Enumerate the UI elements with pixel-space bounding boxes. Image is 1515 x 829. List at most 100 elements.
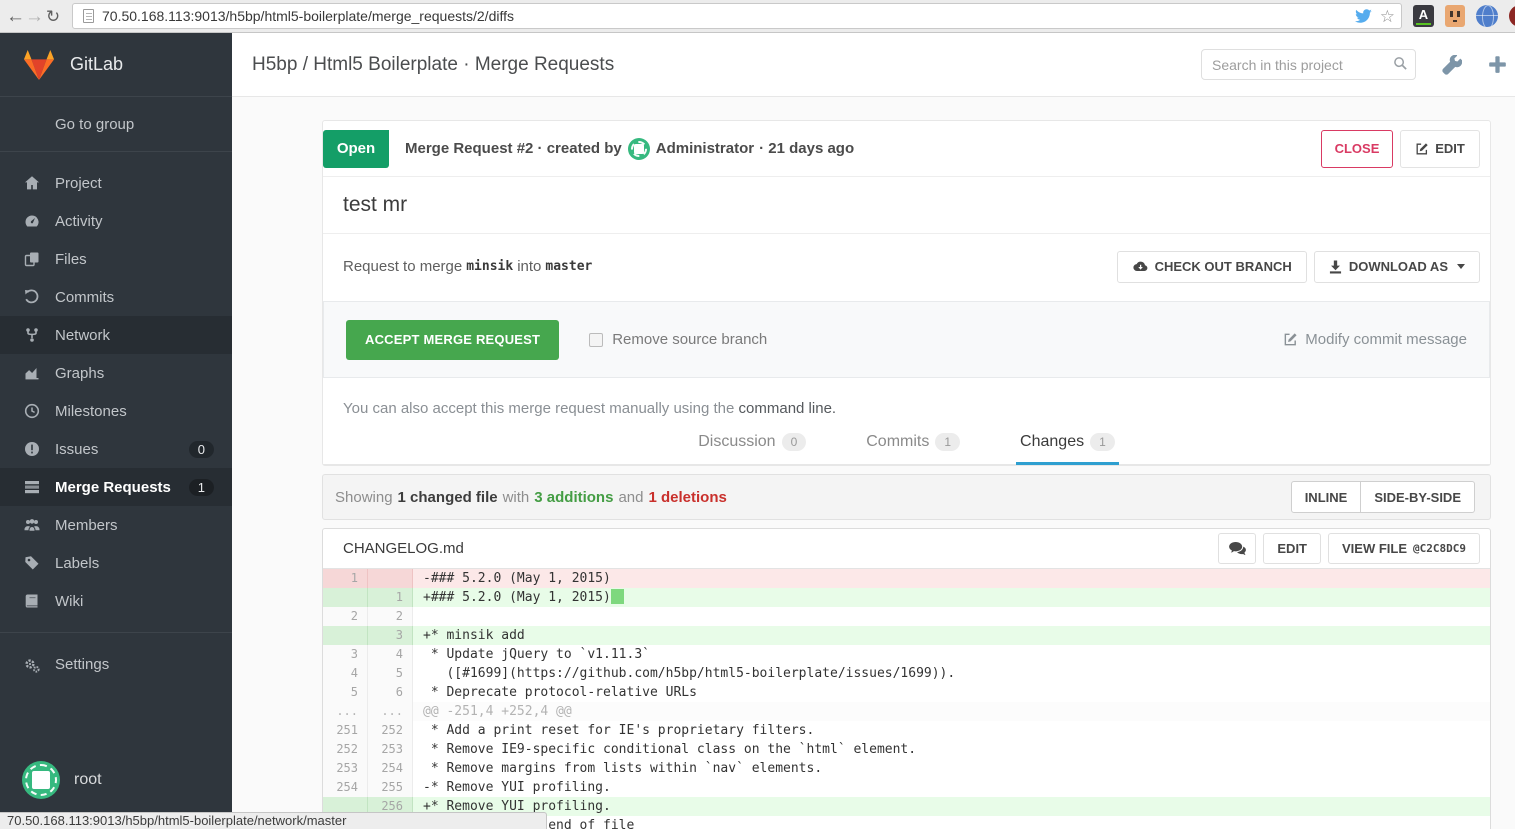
new-line-number[interactable] xyxy=(368,569,413,588)
mr-tabs: Discussion0 Commits1 Changes1 xyxy=(323,433,1490,465)
sidebar-item-wiki[interactable]: Wiki xyxy=(0,582,232,620)
summary-file-count[interactable]: 1 changed file xyxy=(398,489,498,506)
gitlab-logo[interactable]: GitLab xyxy=(0,33,232,97)
old-line-number[interactable]: 252 xyxy=(323,740,368,759)
old-line-number[interactable]: 251 xyxy=(323,721,368,740)
old-line-number[interactable]: 253 xyxy=(323,759,368,778)
tab-commits[interactable]: Commits1 xyxy=(862,433,964,464)
check-out-branch-button[interactable]: CHECK OUT BRANCH xyxy=(1117,251,1307,283)
twitter-icon[interactable] xyxy=(1355,9,1372,24)
breadcrumb[interactable]: H5bp / Html5 Boilerplate · Merge Request… xyxy=(252,54,614,76)
command-line-link[interactable]: command line. xyxy=(739,400,837,417)
author-avatar[interactable] xyxy=(628,138,650,160)
diff-line-content: +### 5.2.0 (May 1, 2015) xyxy=(413,588,1490,607)
search-input[interactable] xyxy=(1201,49,1416,80)
new-line-number[interactable]: 253 xyxy=(368,740,413,759)
browser-back-icon[interactable]: ← xyxy=(6,0,25,33)
new-line-number[interactable]: 255 xyxy=(368,778,413,797)
sidebar-item-commits[interactable]: Commits xyxy=(0,278,232,316)
diff-line-content: -### 5.2.0 (May 1, 2015) xyxy=(413,569,1490,588)
diff-line-content: * Remove IE9-specific conditional class … xyxy=(413,740,1490,759)
sidebar-item-activity[interactable]: Activity xyxy=(0,202,232,240)
dictionary-extension-icon[interactable]: A xyxy=(1413,5,1434,27)
modify-commit-message-link[interactable]: Modify commit message xyxy=(1283,331,1467,348)
sidebar-item-issues[interactable]: Issues0 xyxy=(0,430,232,468)
new-project-plus-icon[interactable] xyxy=(1488,55,1507,74)
new-line-number[interactable]: 2 xyxy=(368,607,413,626)
old-line-number[interactable]: 254 xyxy=(323,778,368,797)
new-line-number[interactable]: 4 xyxy=(368,645,413,664)
accept-merge-request-button[interactable]: ACCEPT MERGE REQUEST xyxy=(346,320,559,360)
face-extension-icon[interactable] xyxy=(1445,5,1465,27)
browser-forward-icon[interactable]: → xyxy=(25,0,44,33)
old-line-number[interactable] xyxy=(323,588,368,607)
sidebar-user[interactable]: root xyxy=(0,761,232,799)
old-line-number[interactable]: ... xyxy=(323,702,368,721)
partial-extension-icon[interactable] xyxy=(1509,5,1515,27)
new-line-number[interactable]: 252 xyxy=(368,721,413,740)
chart-icon xyxy=(24,365,42,381)
diff-row: 3+* minsik add xyxy=(323,626,1490,645)
sidebar-item-label: Issues xyxy=(55,441,98,458)
mr-author[interactable]: Administrator xyxy=(656,140,754,157)
remove-source-branch-checkbox[interactable] xyxy=(589,333,603,347)
sidebar-item-label: Graphs xyxy=(55,365,104,382)
file-edit-button[interactable]: EDIT xyxy=(1263,533,1321,564)
gitlab-tanuki-icon xyxy=(22,49,56,81)
summary-additions: 3 additions xyxy=(534,489,613,506)
sidebar-item-labels[interactable]: Labels xyxy=(0,544,232,582)
old-line-number[interactable]: 2 xyxy=(323,607,368,626)
inline-view-button[interactable]: INLINE xyxy=(1291,481,1362,513)
tab-discussion[interactable]: Discussion0 xyxy=(694,433,810,464)
browser-reload-icon[interactable]: ↻ xyxy=(44,0,62,33)
sidebar-item-go-to-group[interactable]: Go to group xyxy=(0,97,232,152)
globe-extension-icon[interactable] xyxy=(1476,5,1498,27)
sidebar-item-graphs[interactable]: Graphs xyxy=(0,354,232,392)
diff-line-content: \ No newline at end of file xyxy=(413,816,1490,829)
diff-file: CHANGELOG.md EDIT VIEW FILE @c2c8dc9 1-#… xyxy=(322,528,1491,829)
diff-row: 253254 * Remove margins from lists withi… xyxy=(323,759,1490,778)
sidebar-item-label: Milestones xyxy=(55,403,127,420)
new-line-number[interactable]: 1 xyxy=(368,588,413,607)
gears-icon xyxy=(24,657,42,673)
diff-row: 45 ([#1699](https://github.com/h5bp/html… xyxy=(323,664,1490,683)
comment-button[interactable] xyxy=(1218,533,1256,564)
old-line-number[interactable] xyxy=(323,626,368,645)
diff-table: 1-### 5.2.0 (May 1, 2015)1+### 5.2.0 (Ma… xyxy=(323,569,1490,829)
admin-wrench-icon[interactable] xyxy=(1442,55,1462,75)
new-line-number[interactable]: 3 xyxy=(368,626,413,645)
old-line-number[interactable]: 3 xyxy=(323,645,368,664)
sidebar-item-label: Project xyxy=(55,175,102,192)
accept-widget: ACCEPT MERGE REQUEST Remove source branc… xyxy=(323,301,1490,378)
side-by-side-view-button[interactable]: SIDE-BY-SIDE xyxy=(1361,481,1475,513)
remove-source-branch-option[interactable]: Remove source branch xyxy=(589,331,767,348)
sidebar-item-network[interactable]: Network xyxy=(0,316,232,354)
mr-title: test mr xyxy=(323,177,1490,234)
sidebar-item-project[interactable]: Project xyxy=(0,164,232,202)
download-as-button[interactable]: DOWNLOAD AS xyxy=(1314,251,1480,283)
tab-changes[interactable]: Changes1 xyxy=(1016,433,1119,464)
new-line-number[interactable]: 6 xyxy=(368,683,413,702)
bookmark-star-icon[interactable]: ☆ xyxy=(1380,8,1395,25)
old-line-number[interactable]: 1 xyxy=(323,569,368,588)
diff-line-content: * Remove margins from lists within `nav`… xyxy=(413,759,1490,778)
new-line-number[interactable]: 254 xyxy=(368,759,413,778)
new-line-number[interactable]: 5 xyxy=(368,664,413,683)
edit-button[interactable]: EDIT xyxy=(1400,130,1480,168)
sidebar-item-label: Settings xyxy=(55,656,109,673)
sidebar-item-merge-requests[interactable]: Merge Requests1 xyxy=(0,468,232,506)
view-file-button[interactable]: VIEW FILE @c2c8dc9 xyxy=(1328,533,1480,564)
new-line-number[interactable]: ... xyxy=(368,702,413,721)
address-bar[interactable]: 70.50.168.113:9013/h5bp/html5-boilerplat… xyxy=(72,3,1402,29)
target-branch[interactable]: master xyxy=(545,259,592,274)
source-branch[interactable]: minsik xyxy=(466,259,513,274)
old-line-number[interactable]: 5 xyxy=(323,683,368,702)
file-name[interactable]: CHANGELOG.md xyxy=(343,540,464,557)
old-line-number[interactable]: 4 xyxy=(323,664,368,683)
sidebar-item-members[interactable]: Members xyxy=(0,506,232,544)
close-button[interactable]: CLOSE xyxy=(1321,130,1393,168)
sidebar-item-label: Wiki xyxy=(55,593,83,610)
sidebar-item-files[interactable]: Files xyxy=(0,240,232,278)
sidebar-item-settings[interactable]: Settings xyxy=(0,632,232,684)
sidebar-item-milestones[interactable]: Milestones xyxy=(0,392,232,430)
